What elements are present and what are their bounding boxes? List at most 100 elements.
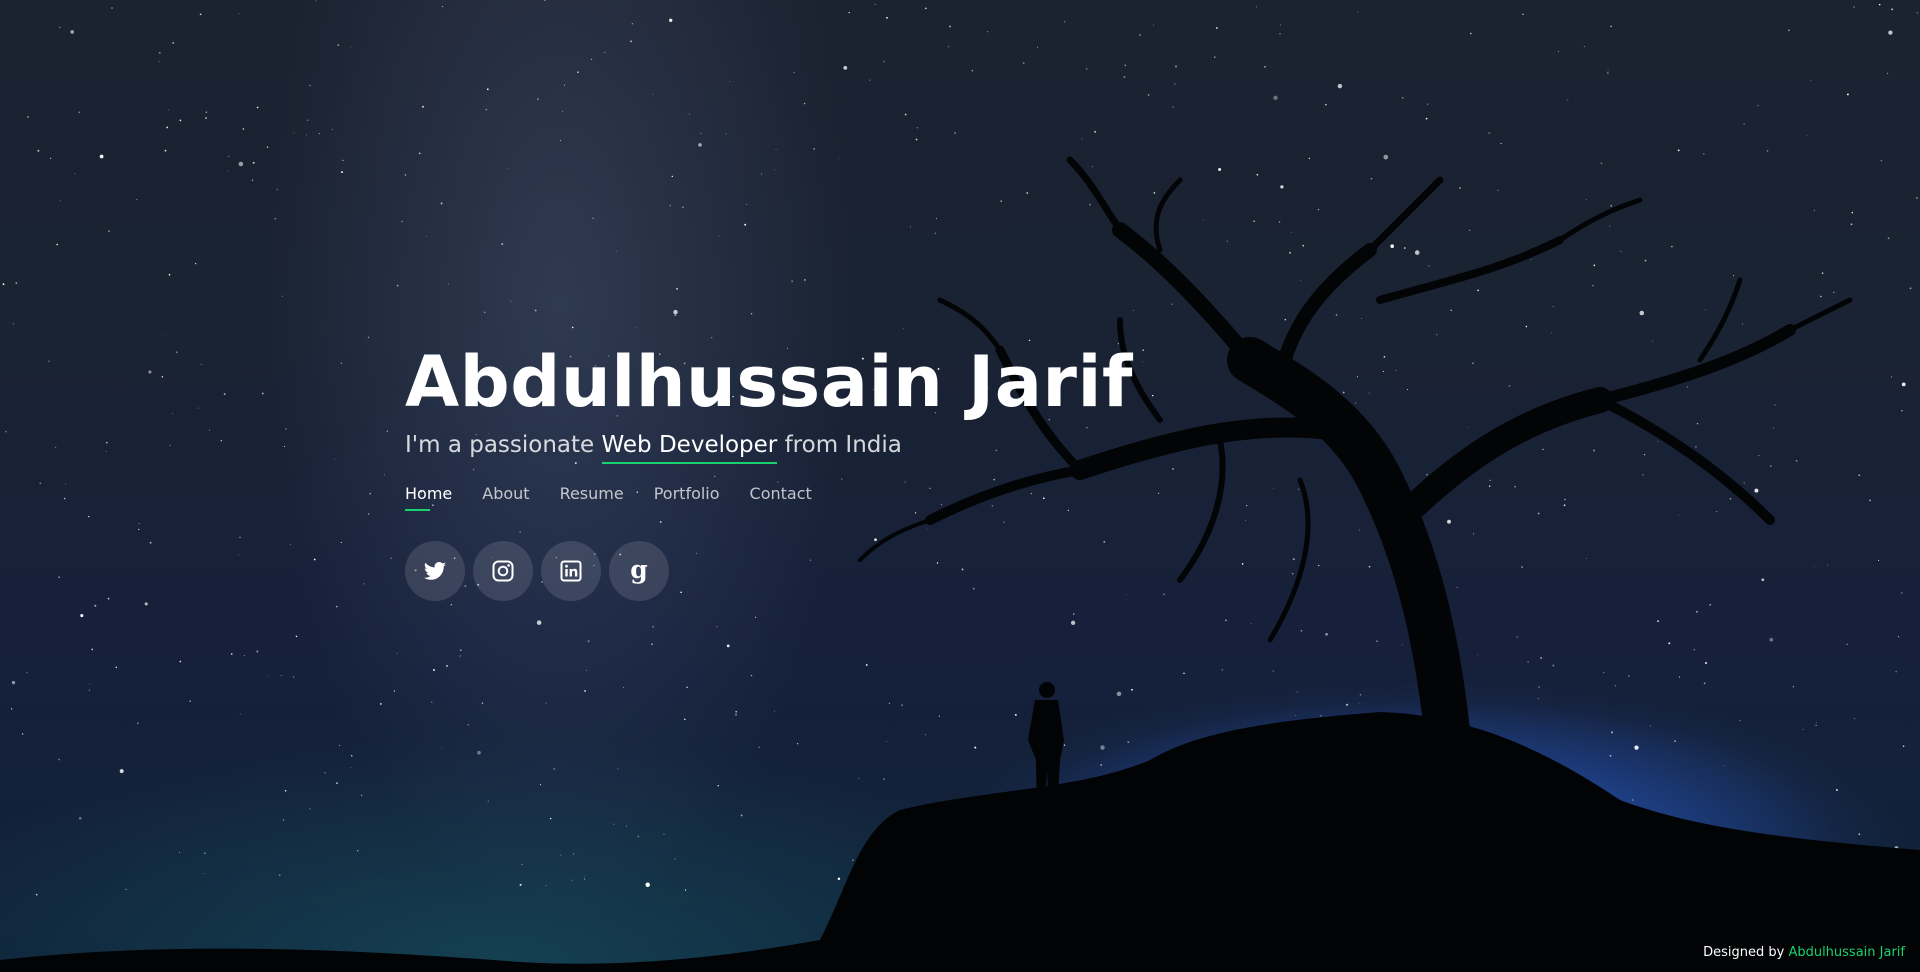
star bbox=[266, 146, 269, 148]
star bbox=[1116, 691, 1122, 697]
nav-item-about[interactable]: About bbox=[482, 484, 529, 511]
star bbox=[1846, 643, 1848, 645]
star bbox=[1592, 449, 1595, 452]
star bbox=[1552, 664, 1555, 667]
star bbox=[58, 758, 60, 761]
star bbox=[80, 614, 84, 618]
star bbox=[431, 701, 433, 703]
star bbox=[1614, 685, 1616, 687]
star bbox=[340, 541, 342, 544]
google-plus-button[interactable]: g bbox=[609, 541, 669, 601]
star bbox=[1769, 465, 1772, 467]
star bbox=[393, 690, 396, 692]
star bbox=[682, 206, 684, 209]
star bbox=[1172, 106, 1174, 108]
star bbox=[350, 46, 352, 48]
star bbox=[1564, 498, 1566, 501]
star bbox=[238, 13, 240, 15]
linkedin-button[interactable] bbox=[541, 541, 601, 601]
star bbox=[1686, 386, 1688, 388]
star bbox=[549, 817, 552, 820]
star bbox=[390, 557, 392, 559]
star bbox=[804, 279, 806, 281]
star bbox=[1390, 244, 1394, 248]
tagline-prefix: I'm a passionate bbox=[405, 432, 595, 458]
star bbox=[295, 635, 298, 638]
star bbox=[350, 766, 352, 768]
star bbox=[1527, 661, 1529, 663]
star bbox=[1521, 566, 1524, 569]
star bbox=[1342, 391, 1345, 394]
star bbox=[1436, 334, 1438, 336]
star bbox=[164, 149, 167, 152]
star bbox=[1407, 389, 1408, 390]
star bbox=[717, 784, 720, 787]
star bbox=[1368, 392, 1370, 394]
star bbox=[223, 393, 226, 395]
star bbox=[1335, 314, 1338, 316]
nav-item-portfolio[interactable]: Portfolio bbox=[654, 484, 720, 511]
nav-item-home[interactable]: Home bbox=[405, 484, 452, 511]
hero-name: Abdulhussain Jarif bbox=[405, 341, 1133, 423]
star bbox=[803, 102, 806, 105]
star bbox=[1550, 332, 1552, 334]
star bbox=[1813, 209, 1815, 211]
star bbox=[35, 893, 38, 896]
star bbox=[716, 626, 718, 628]
star bbox=[1537, 512, 1540, 515]
star bbox=[843, 66, 848, 70]
star bbox=[243, 655, 245, 657]
star bbox=[125, 888, 127, 890]
star bbox=[553, 768, 556, 770]
star bbox=[70, 30, 75, 34]
star bbox=[938, 715, 941, 717]
star bbox=[1325, 104, 1327, 106]
star bbox=[586, 670, 588, 671]
star bbox=[837, 877, 841, 881]
star bbox=[852, 859, 854, 861]
star bbox=[519, 883, 522, 886]
star bbox=[50, 157, 52, 159]
star bbox=[630, 40, 632, 43]
nav-item-contact[interactable]: Contact bbox=[750, 484, 812, 511]
star bbox=[971, 69, 974, 72]
star bbox=[536, 620, 542, 625]
linkedin-icon bbox=[560, 560, 582, 582]
star bbox=[341, 171, 343, 174]
star bbox=[281, 295, 283, 297]
star bbox=[935, 218, 937, 220]
star bbox=[1772, 427, 1775, 429]
star bbox=[1414, 250, 1420, 255]
star bbox=[571, 326, 574, 329]
star bbox=[545, 702, 547, 704]
star bbox=[105, 441, 108, 444]
star bbox=[334, 458, 335, 460]
nav-item-resume[interactable]: Resume bbox=[560, 484, 624, 511]
star bbox=[78, 816, 82, 820]
star bbox=[239, 536, 241, 539]
star bbox=[1814, 565, 1815, 567]
star bbox=[318, 133, 320, 135]
star bbox=[671, 175, 674, 178]
twitter-button[interactable] bbox=[405, 541, 465, 601]
star bbox=[200, 363, 202, 366]
star bbox=[108, 230, 110, 232]
star bbox=[179, 119, 182, 122]
star bbox=[1183, 672, 1185, 675]
star bbox=[486, 88, 489, 91]
star bbox=[1279, 33, 1281, 35]
star bbox=[467, 724, 469, 726]
star bbox=[592, 217, 594, 220]
star bbox=[1891, 8, 1894, 11]
google-plus-icon: g bbox=[630, 554, 648, 584]
credit-author-link[interactable]: Abdulhussain Jarif bbox=[1788, 945, 1905, 960]
star bbox=[1359, 693, 1362, 696]
star bbox=[418, 152, 421, 155]
instagram-button[interactable] bbox=[473, 541, 533, 601]
star bbox=[1761, 578, 1765, 582]
star bbox=[339, 744, 341, 746]
star bbox=[1000, 200, 1003, 203]
star bbox=[119, 769, 124, 774]
star bbox=[89, 683, 91, 685]
star bbox=[1376, 640, 1378, 643]
